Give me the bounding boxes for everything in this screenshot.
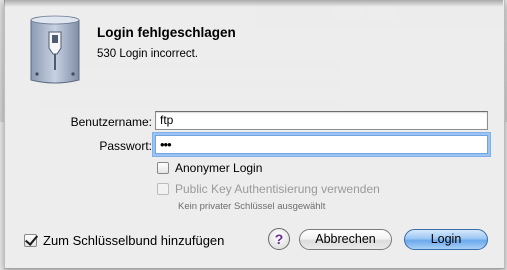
anonymous-login-label: Anonymer Login [175, 161, 263, 175]
help-button[interactable]: ? [268, 228, 290, 250]
public-key-checkbox [157, 183, 169, 195]
anonymous-login-checkbox[interactable] [157, 162, 169, 174]
sheet-top-shadow [4, 0, 503, 7]
password-dots: ••• [160, 137, 172, 152]
keychain-option[interactable]: Zum Schlüsselbund hinzufügen [24, 233, 224, 248]
public-key-option: Public Key Authentisierung verwenden [157, 182, 380, 196]
username-field[interactable]: ftp [155, 111, 488, 130]
error-message: 530 Login incorrect. [97, 48, 199, 60]
public-key-label: Public Key Authentisierung verwenden [175, 182, 380, 196]
keychain-checkbox[interactable] [24, 234, 37, 247]
public-key-hint: Kein privater Schlüssel ausgewählt [178, 201, 326, 212]
username-label: Benutzername: [70, 115, 152, 129]
cancel-button[interactable]: Abbrechen [299, 229, 392, 250]
keychain-label: Zum Schlüsselbund hinzufügen [43, 233, 225, 248]
login-button[interactable]: Login [404, 229, 488, 250]
dialog-title: Login fehlgeschlagen [97, 25, 236, 40]
password-label: Passwort: [99, 139, 152, 153]
network-drive-icon [30, 15, 80, 84]
anonymous-login-option[interactable]: Anonymer Login [157, 161, 262, 175]
password-field[interactable]: ••• [155, 135, 488, 154]
login-failed-sheet: Login fehlgeschlagen 530 Login incorrect… [4, 0, 505, 269]
